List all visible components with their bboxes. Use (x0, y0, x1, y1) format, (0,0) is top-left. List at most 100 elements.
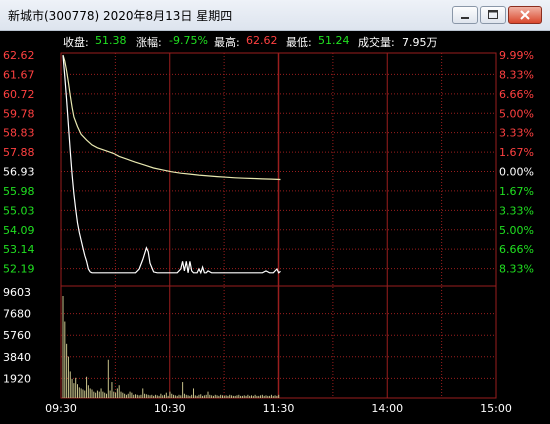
volume-bar (169, 391, 171, 398)
price-tick-label: 59.78 (3, 107, 35, 120)
volume-bar (89, 388, 91, 398)
price-tick-label: 52.19 (3, 263, 35, 276)
volume-bar (256, 395, 258, 398)
volume-bar (171, 393, 173, 398)
volume-bar (153, 395, 155, 398)
volume-bar (158, 395, 160, 398)
volume-bar (144, 393, 146, 398)
volume-bar (116, 388, 118, 398)
volume-bar (167, 395, 169, 398)
volume-bar (229, 394, 231, 398)
volume-bar (198, 394, 200, 398)
volume-bar (95, 392, 97, 398)
volume-bar (245, 395, 247, 398)
volume-bar (178, 394, 180, 398)
pct-tick-label: 8.33% (499, 263, 534, 276)
volume-bar (71, 378, 73, 398)
price-tick-label: 55.98 (3, 185, 35, 198)
volume-bar (214, 394, 216, 398)
volume-bar (243, 395, 245, 398)
pct-tick-label: 5.00% (499, 107, 534, 120)
price-tick-label: 60.72 (3, 88, 35, 101)
volume-bar (149, 395, 151, 398)
volume-bar (267, 395, 269, 398)
volume-bar (91, 389, 93, 398)
volume-bar (274, 395, 276, 398)
volume-tick-label: 1920 (3, 372, 31, 385)
volume-bar (107, 359, 109, 398)
volume-bar (180, 395, 182, 398)
pct-tick-label: 0.00% (499, 166, 534, 179)
volume-bar (222, 395, 223, 398)
volume-bar (75, 377, 77, 398)
volume-bar (196, 395, 198, 398)
volume-bar (225, 395, 227, 398)
volume-tick-label: 7680 (3, 308, 31, 321)
volume-bar (173, 394, 175, 398)
volume-bar (100, 388, 102, 398)
app-window: 新城市(300778) 2020年8月13日 星期四 收盘: 51.38 涨幅:… (0, 0, 550, 424)
volume-bar (142, 388, 144, 398)
pct-tick-label: 1.67% (499, 146, 534, 159)
volume-bar (249, 395, 251, 398)
pct-tick-label: 1.67% (499, 185, 534, 198)
pct-tick-label: 3.33% (499, 204, 534, 217)
volume-bar (122, 392, 124, 398)
time-tick-label: 11:30 (263, 402, 295, 415)
volume-bar (109, 390, 111, 398)
volume-bar (211, 395, 213, 398)
price-line (62, 55, 281, 275)
volume-bar (191, 394, 193, 398)
volume-bar (265, 395, 267, 398)
price-tick-label: 55.03 (3, 204, 35, 217)
volume-bar (111, 382, 113, 398)
volume-bar (209, 394, 211, 398)
price-tick-label: 57.88 (3, 146, 35, 159)
volume-bar (251, 395, 252, 398)
volume-bar (93, 391, 95, 398)
volume-bar (69, 371, 71, 398)
volume-bar (115, 392, 117, 398)
time-tick-label: 14:00 (371, 402, 403, 415)
volume-bar (135, 394, 136, 398)
volume-bar (165, 392, 167, 398)
volume-bar (140, 394, 142, 398)
volume-bar (127, 393, 129, 398)
volume-bar (160, 393, 162, 398)
volume-bar (216, 395, 218, 398)
volume-bar (156, 395, 158, 398)
volume-bar (189, 395, 191, 398)
volume-bar (240, 395, 242, 398)
price-tick-label: 53.14 (3, 243, 35, 256)
price-tick-label: 58.83 (3, 127, 35, 140)
volume-bar (162, 395, 164, 398)
volume-bar (202, 395, 204, 398)
time-tick-label: 15:00 (480, 402, 512, 415)
volume-bar (113, 391, 115, 398)
volume-bar (106, 393, 107, 398)
volume-bar (124, 393, 126, 398)
volume-bar (254, 394, 256, 398)
pct-tick-label: 9.99% (499, 49, 534, 62)
volume-bar (272, 395, 274, 398)
avg-price-line (62, 54, 281, 181)
volume-bar (66, 343, 68, 398)
volume-tick-label: 5760 (3, 329, 31, 342)
volume-bar (147, 394, 149, 398)
volume-bar (183, 393, 185, 398)
volume-bar (231, 395, 233, 398)
volume-tick-label: 9603 (3, 286, 31, 299)
volume-bar (194, 395, 196, 398)
volume-bar (64, 321, 66, 398)
pct-tick-label: 6.66% (499, 243, 534, 256)
volume-bar (78, 387, 80, 398)
volume-bar (80, 388, 82, 398)
volume-bar (176, 395, 178, 398)
price-tick-label: 54.09 (3, 224, 35, 237)
volume-bar (185, 394, 187, 398)
volume-bar (232, 395, 234, 398)
volume-bar (252, 395, 254, 398)
volume-bar (118, 385, 120, 398)
volume-bar (236, 395, 238, 398)
volume-bar (151, 394, 153, 398)
